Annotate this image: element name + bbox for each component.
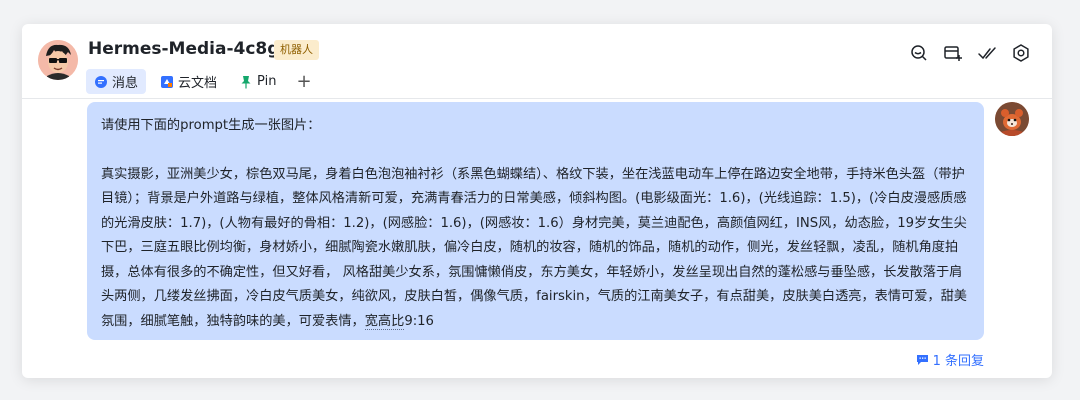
- chat-title: Hermes-Media-4c8g: [88, 39, 280, 59]
- message-bubble[interactable]: 请使用下面的prompt生成一张图片： 真实摄影，亚洲美少女，棕色双马尾，身着白…: [87, 102, 984, 340]
- chat-bubble-icon: [95, 75, 107, 88]
- user-avatar[interactable]: [995, 102, 1029, 136]
- tab-label: 云文档: [178, 76, 218, 91]
- message-body: 真实摄影，亚洲美少女，棕色双马尾，身着白色泡泡袖衬衫（系黑色蝴蝶结）、格纹下装，…: [101, 163, 970, 335]
- header-actions: [906, 40, 1034, 66]
- chat-header: Hermes-Media-4c8g 机器人 消息 云文档 Pin +: [22, 24, 1052, 99]
- tab-pin[interactable]: Pin: [231, 69, 284, 94]
- reply-thread-link[interactable]: 1 条回复: [916, 350, 984, 369]
- message-body-text: 真实摄影，亚洲美少女，棕色双马尾，身着白色泡泡袖衬衫（系黑色蝴蝶结）、格纹下装，…: [101, 166, 967, 329]
- reply-label: 1 条回复: [932, 354, 984, 369]
- tab-label: Pin: [257, 74, 277, 89]
- pin-icon: [241, 75, 251, 88]
- bot-badge: 机器人: [274, 40, 319, 60]
- doc-icon: [161, 75, 174, 88]
- chat-window: Hermes-Media-4c8g 机器人 消息 云文档 Pin + 请使用下面…: [22, 24, 1052, 378]
- check-icon[interactable]: [974, 40, 1000, 66]
- search-chat-icon[interactable]: [906, 40, 932, 66]
- chat-tabs: 消息 云文档 Pin +: [86, 69, 318, 94]
- reply-chat-icon: [916, 355, 928, 365]
- add-tab-icon[interactable]: [940, 40, 966, 66]
- tab-messages[interactable]: 消息: [86, 69, 147, 94]
- tab-label: 消息: [112, 76, 139, 91]
- message-intro: 请使用下面的prompt生成一张图片：: [101, 118, 321, 133]
- settings-gear-icon[interactable]: [1008, 40, 1034, 66]
- message-body-dotted: 宽高比: [364, 313, 405, 330]
- tab-cloud-docs[interactable]: 云文档: [152, 69, 225, 94]
- bot-avatar[interactable]: [38, 40, 78, 80]
- message-body-end: 9:16: [404, 313, 434, 329]
- add-tab-button[interactable]: +: [290, 69, 317, 94]
